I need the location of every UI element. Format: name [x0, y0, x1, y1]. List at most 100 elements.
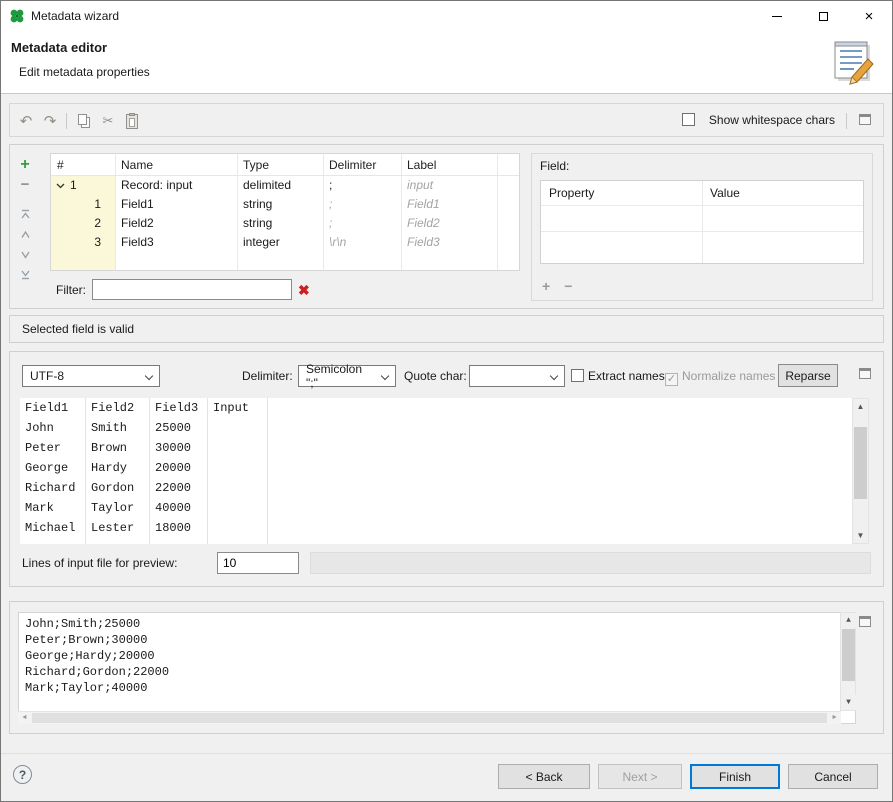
- extract-names-checkbox[interactable]: [571, 369, 584, 383]
- reparse-button[interactable]: Reparse: [778, 364, 838, 387]
- fields-table: # Name Type Delimiter Label 1 Record: in…: [50, 153, 520, 271]
- field-properties-panel: Field: Property Value + −: [531, 153, 873, 301]
- maximize-section-icon[interactable]: [859, 616, 871, 627]
- add-field-button[interactable]: +: [14, 155, 36, 174]
- quote-char-select[interactable]: [469, 365, 565, 387]
- chevron-down-icon: [381, 372, 389, 380]
- checkbox-icon: [682, 113, 695, 126]
- next-button[interactable]: Next >: [598, 764, 682, 789]
- close-icon: ×: [865, 9, 874, 24]
- checkbox-checked-icon: ✓: [665, 373, 678, 386]
- clear-filter-icon[interactable]: ✖: [298, 283, 310, 297]
- page-title: Metadata editor: [11, 40, 107, 55]
- field-panel-title: Field:: [540, 159, 569, 173]
- record-row[interactable]: 1 Record: input delimited ; input: [51, 176, 519, 195]
- lines-of-input-field[interactable]: [217, 552, 299, 574]
- checkbox-icon: [571, 369, 584, 382]
- col-type: Type: [237, 154, 323, 175]
- collapse-chevron-icon: [56, 183, 65, 189]
- field-row[interactable]: 3 Field3 integer \r\n Field3: [51, 233, 519, 252]
- wizard-banner: Metadata editor Edit metadata properties: [1, 31, 892, 94]
- window-title: Metadata wizard: [31, 9, 119, 23]
- undo-button[interactable]: ↶: [16, 111, 36, 131]
- chevron-down-icon: [550, 372, 558, 380]
- add-property-icon[interactable]: +: [542, 278, 550, 294]
- move-bottom-button[interactable]: [14, 265, 36, 284]
- redo-button[interactable]: ↷: [40, 111, 60, 131]
- help-icon: ?: [19, 768, 26, 782]
- preview-vertical-scrollbar[interactable]: ▲ ▼: [852, 398, 869, 544]
- move-down-icon: [19, 248, 32, 261]
- preview-col-header: Input: [208, 398, 267, 418]
- toolbar-separator: [66, 113, 67, 129]
- raw-lines: John;Smith;25000 Peter;Brown;30000 Georg…: [19, 613, 840, 710]
- field-row[interactable]: 2 Field2 string ; Field2: [51, 214, 519, 233]
- move-bottom-icon: [19, 268, 32, 281]
- filter-row: Filter: ✖: [56, 279, 310, 300]
- col-name: Name: [115, 154, 237, 175]
- maximize-button[interactable]: [800, 1, 846, 31]
- move-up-button[interactable]: [14, 225, 36, 244]
- chevron-down-icon: [145, 372, 153, 380]
- scroll-up-icon[interactable]: ▲: [853, 399, 868, 414]
- copy-button[interactable]: [74, 111, 94, 131]
- scrollbar-thumb[interactable]: [842, 629, 855, 681]
- scrollbar-thumb[interactable]: [32, 713, 827, 723]
- help-button[interactable]: ?: [13, 765, 32, 784]
- raw-vertical-scrollbar[interactable]: ▲ ▼: [840, 612, 856, 711]
- delimiter-select[interactable]: Semicolon ";": [298, 365, 396, 387]
- preview-progress-area: [310, 552, 871, 574]
- maximize-section-icon[interactable]: [859, 368, 871, 379]
- finish-button[interactable]: Finish: [690, 764, 780, 789]
- scrollbar-thumb[interactable]: [854, 427, 867, 499]
- scroll-right-icon[interactable]: ►: [828, 712, 841, 724]
- titlebar: Metadata wizard ×: [1, 1, 892, 31]
- preview-col-header: Field1: [20, 398, 85, 418]
- back-button[interactable]: < Back: [498, 764, 590, 789]
- property-column-header: Property: [541, 181, 702, 205]
- col-delimiter: Delimiter: [323, 154, 401, 175]
- cut-icon: ✂: [103, 113, 114, 129]
- delimiter-value: Semicolon ";": [306, 362, 375, 390]
- edit-metadata-icon: [828, 37, 880, 87]
- show-whitespace-label[interactable]: Show whitespace chars: [709, 113, 835, 127]
- encoding-value: UTF-8: [30, 369, 64, 383]
- raw-input-preview[interactable]: John;Smith;25000 Peter;Brown;30000 Georg…: [18, 612, 856, 724]
- paste-button[interactable]: [122, 111, 142, 131]
- normalize-names-checkbox[interactable]: ✓: [665, 369, 678, 386]
- metadata-wizard-window: Metadata wizard × Metadata editor Edit m…: [0, 0, 893, 802]
- raw-horizontal-scrollbar[interactable]: ◄ ►: [18, 711, 841, 724]
- scroll-down-icon[interactable]: ▼: [853, 528, 868, 543]
- app-clover-icon: [9, 8, 25, 24]
- footer-divider: [1, 753, 892, 754]
- filter-label: Filter:: [56, 283, 86, 297]
- remove-field-button[interactable]: −: [14, 175, 36, 194]
- extract-names-label[interactable]: Extract names: [588, 365, 665, 387]
- record-label: input: [401, 176, 497, 195]
- cut-button[interactable]: ✂: [98, 111, 118, 131]
- show-whitespace-checkbox[interactable]: [682, 113, 695, 127]
- move-down-button[interactable]: [14, 245, 36, 264]
- cancel-button[interactable]: Cancel: [788, 764, 878, 789]
- quote-char-label: Quote char:: [404, 365, 467, 387]
- minimize-button[interactable]: [754, 1, 800, 31]
- field-row[interactable]: 1 Field1 string ; Field1: [51, 195, 519, 214]
- copy-icon: [78, 114, 91, 129]
- maximize-section-icon[interactable]: [859, 114, 871, 125]
- add-icon: +: [20, 156, 29, 174]
- remove-property-icon[interactable]: −: [564, 278, 572, 294]
- move-top-button[interactable]: [14, 205, 36, 224]
- filter-input[interactable]: [92, 279, 292, 300]
- scroll-down-icon[interactable]: ▼: [841, 695, 856, 710]
- preview-col-header: Field3: [150, 398, 207, 418]
- preview-col-header: Field2: [86, 398, 149, 418]
- toolbar-separator: [846, 113, 847, 129]
- value-column-header: Value: [702, 181, 863, 205]
- delimiter-label: Delimiter:: [242, 365, 293, 387]
- encoding-select[interactable]: UTF-8: [22, 365, 160, 387]
- redo-icon: ↷: [44, 112, 57, 130]
- close-button[interactable]: ×: [846, 1, 892, 31]
- scroll-left-icon[interactable]: ◄: [18, 712, 31, 724]
- scroll-up-icon[interactable]: ▲: [841, 613, 856, 628]
- parsed-preview-table: Field1 John Peter George Richard Mark Mi…: [20, 398, 854, 544]
